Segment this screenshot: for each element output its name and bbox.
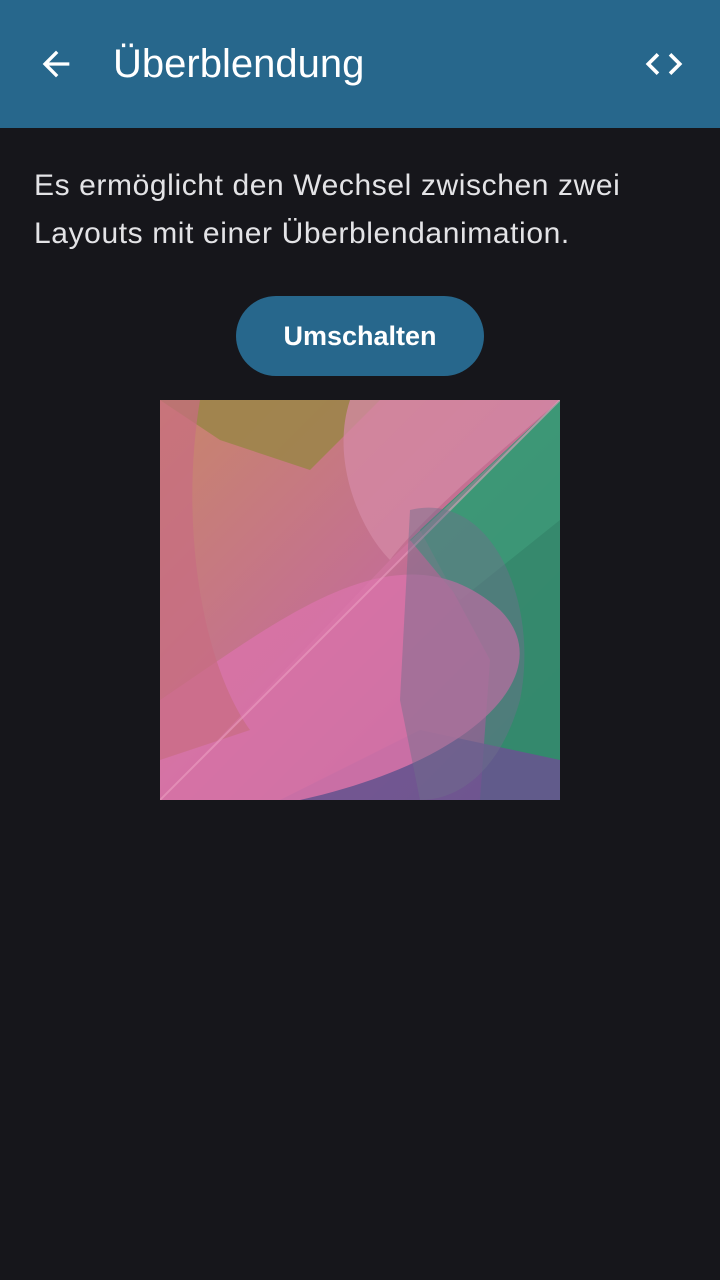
- view-code-button[interactable]: [632, 32, 696, 96]
- description-text: Es ermöglicht den Wechsel zwischen zwei …: [34, 169, 621, 250]
- arrow-back-icon: [42, 50, 70, 78]
- app-screen: Überblendung Es ermöglicht den Wechsel z…: [0, 0, 720, 1280]
- back-button[interactable]: [24, 32, 88, 96]
- abstract-gradient-image: [160, 400, 560, 800]
- page-title: Überblendung: [113, 42, 365, 86]
- code-icon: [645, 53, 683, 75]
- toggle-button[interactable]: Umschalten: [236, 296, 484, 376]
- top-app-bar: Überblendung: [0, 0, 720, 128]
